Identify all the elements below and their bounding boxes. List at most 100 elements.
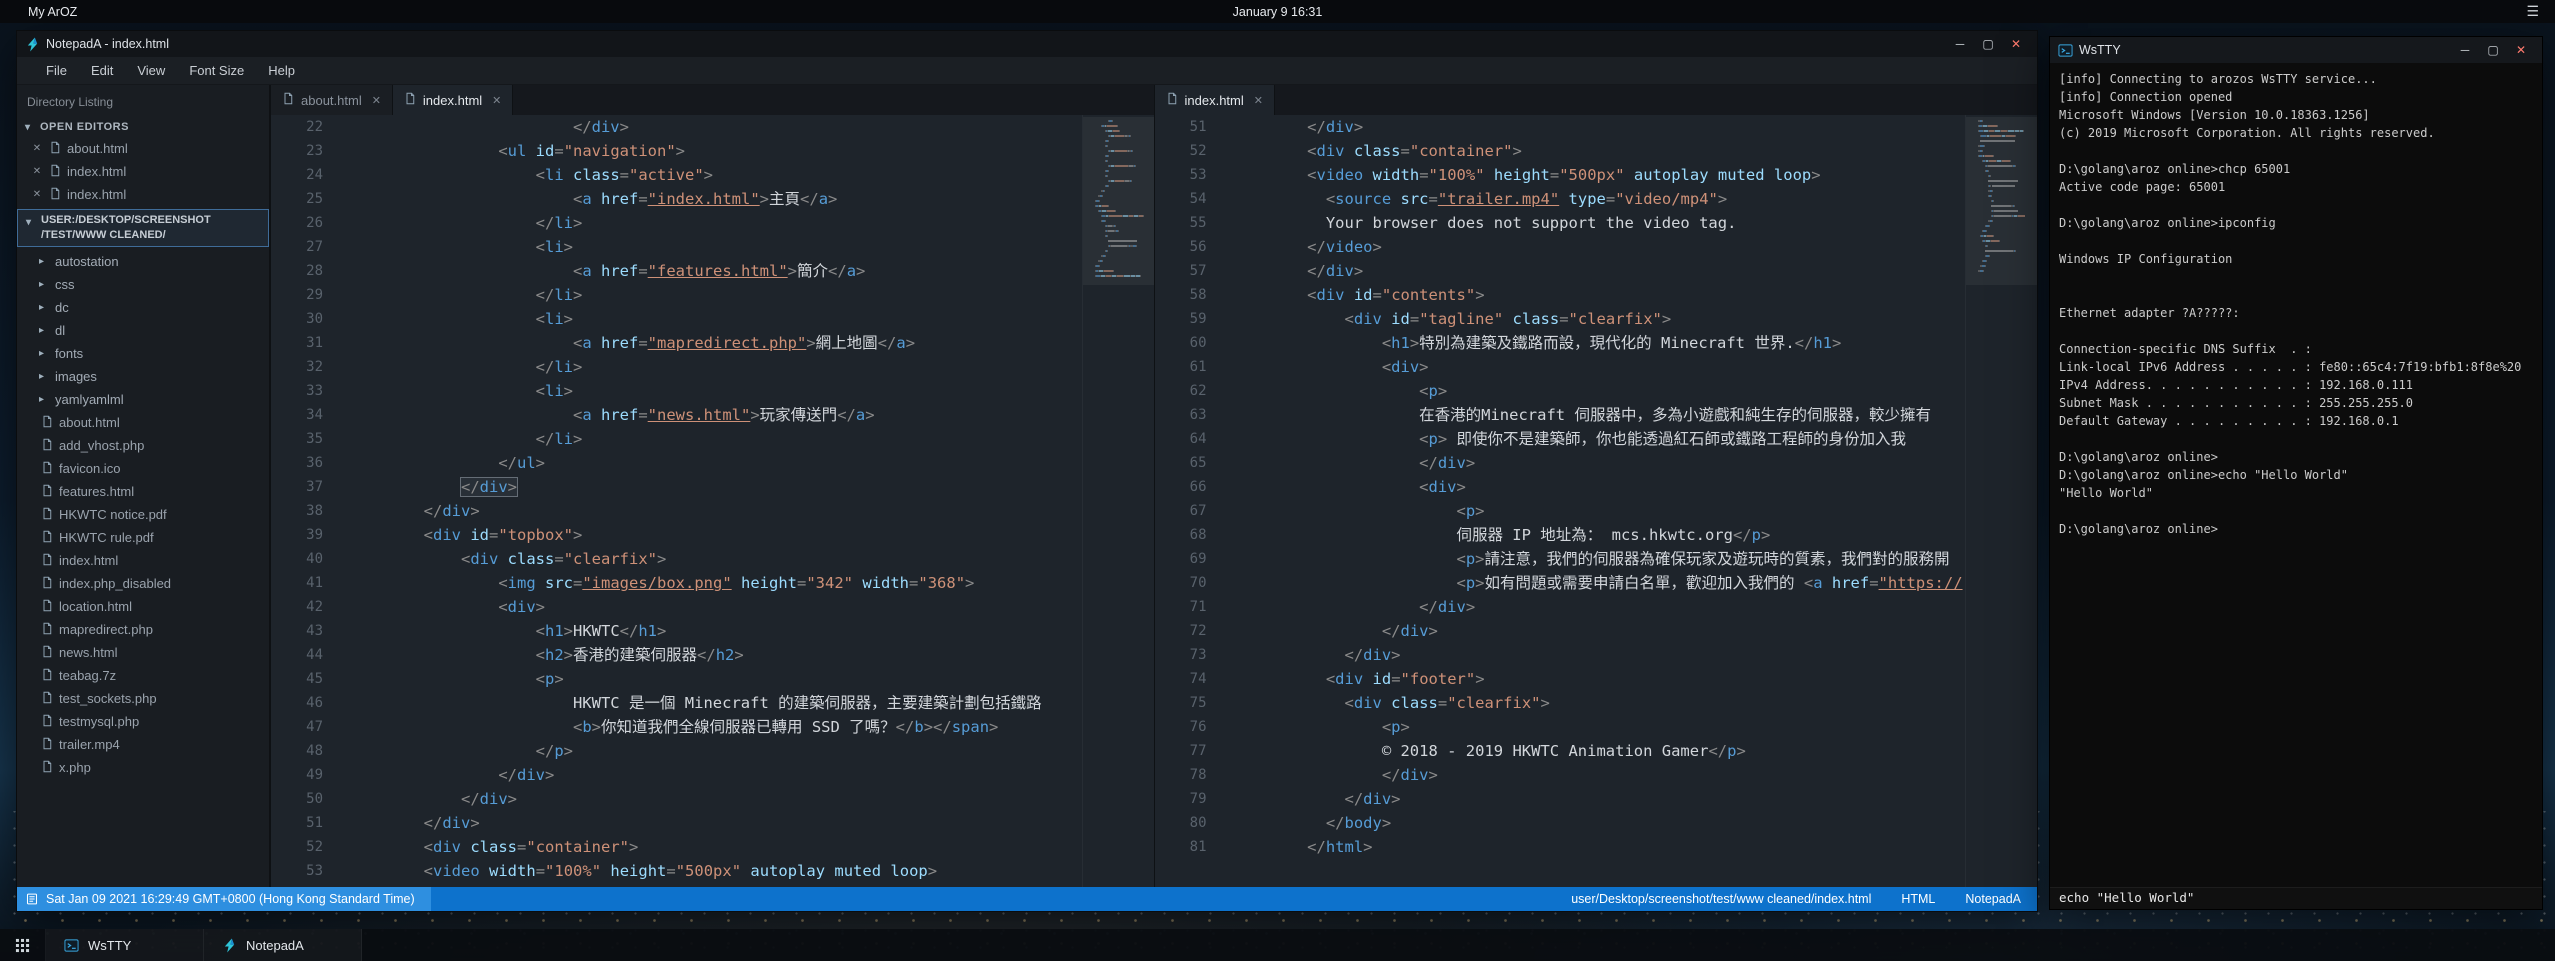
tab-index.html[interactable]: index.html ✕ xyxy=(393,85,513,115)
file-about.html[interactable]: about.html xyxy=(17,411,269,434)
notepada-icon xyxy=(25,37,40,52)
code-line: 65 </div> xyxy=(1155,451,1966,475)
tab-label: index.html xyxy=(423,93,482,108)
tab-index.html[interactable]: index.html✕ xyxy=(1155,85,1275,115)
tab-about.html[interactable]: about.html✕ xyxy=(271,85,393,115)
menu-help[interactable]: Help xyxy=(257,59,306,82)
file-mapredirect.php[interactable]: mapredirect.php xyxy=(17,618,269,641)
close-editor-icon[interactable]: ✕ xyxy=(31,143,43,154)
minimap-slider[interactable] xyxy=(1966,117,2037,285)
taskbar-item-wstty[interactable]: WsTTY xyxy=(46,929,204,961)
open-editor-label: index.html xyxy=(67,164,126,179)
code-line: 22 </div> xyxy=(271,115,1082,139)
code-editor-right[interactable]: 51 </div>52 <div class="container">53 <v… xyxy=(1155,115,1966,887)
terminal-line xyxy=(2059,268,2533,286)
folder-yamlyamlml[interactable]: ▸yamlyamlml xyxy=(17,388,269,411)
minimize-button[interactable]: ─ xyxy=(1947,34,1973,54)
code-line: 58 <div id="contents"> xyxy=(1155,283,1966,307)
minimap-slider[interactable] xyxy=(1083,117,1154,285)
file-icon xyxy=(41,415,53,431)
system-menu-icon[interactable]: ☰ xyxy=(2526,3,2539,20)
file-index.html[interactable]: index.html xyxy=(17,549,269,572)
minimap-right[interactable] xyxy=(1965,115,2037,887)
code-line: 74 <div id="footer"> xyxy=(1155,667,1966,691)
code-editor-left[interactable]: 22 </div>23 <ul id="navigation">24 <li c… xyxy=(271,115,1082,887)
file-news.html[interactable]: news.html xyxy=(17,641,269,664)
sidebar-title: Directory Listing xyxy=(17,89,269,117)
workspace-root-item[interactable]: ▾ USER:/DESKTOP/SCREENSHOT /TEST/WWW CLE… xyxy=(17,209,269,247)
file-test_sockets.php[interactable]: test_sockets.php xyxy=(17,687,269,710)
menu-edit[interactable]: Edit xyxy=(80,59,124,82)
file-add_vhost.php[interactable]: add_vhost.php xyxy=(17,434,269,457)
close-editor-icon[interactable]: ✕ xyxy=(31,166,43,177)
code-line: 71 </div> xyxy=(1155,595,1966,619)
code-line: 51 </div> xyxy=(1155,115,1966,139)
close-editor-icon[interactable]: ✕ xyxy=(31,189,43,200)
terminal-input[interactable]: echo "Hello World" xyxy=(2050,887,2542,909)
terminal-output[interactable]: [info] Connecting to arozos WsTTY servic… xyxy=(2050,63,2542,887)
line-number: 64 xyxy=(1155,427,1233,451)
terminal-line: Link-local IPv6 Address . . . . . : fe80… xyxy=(2059,358,2533,376)
code-line: 57 </div> xyxy=(1155,259,1966,283)
tab-close-icon[interactable]: ✕ xyxy=(492,94,501,107)
chevron-right-icon: ▸ xyxy=(39,302,49,313)
folder-dl[interactable]: ▸dl xyxy=(17,319,269,342)
terminal-line: Subnet Mask . . . . . . . . . . . : 255.… xyxy=(2059,394,2533,412)
file-x.php[interactable]: x.php xyxy=(17,756,269,779)
file-location.html[interactable]: location.html xyxy=(17,595,269,618)
close-button[interactable]: ✕ xyxy=(2508,40,2534,60)
tab-close-icon[interactable]: ✕ xyxy=(372,94,381,107)
file-icon xyxy=(41,530,53,546)
code-line: 59 <div id="tagline" class="clearfix"> xyxy=(1155,307,1966,331)
line-number: 25 xyxy=(271,187,349,211)
folder-autostation[interactable]: ▸autostation xyxy=(17,250,269,273)
line-number: 37 xyxy=(271,475,349,499)
os-menu-brand[interactable]: My ArOZ xyxy=(28,5,77,19)
code-line: 46 HKWTC 是一個 Minecraft 的建築伺服器，主要建築計劃包括鐵路 xyxy=(271,691,1082,715)
code-line: 77 © 2018 - 2019 HKWTC Animation Gamer</… xyxy=(1155,739,1966,763)
desktop: My ArOZ January 9 16:31 ☰ NotepadA - ind… xyxy=(0,0,2555,961)
tab-close-icon[interactable]: ✕ xyxy=(1254,94,1263,107)
taskbar: WsTTYNotepadA xyxy=(0,929,2555,961)
line-number: 77 xyxy=(1155,739,1233,763)
menu-file[interactable]: File xyxy=(35,59,78,82)
taskbar-item-notepada[interactable]: NotepadA xyxy=(204,929,362,961)
code-line: 43 <h1>HKWTC</h1> xyxy=(271,619,1082,643)
close-button[interactable]: ✕ xyxy=(2003,34,2029,54)
code-line: 45 <p> xyxy=(271,667,1082,691)
file-teabag.7z[interactable]: teabag.7z xyxy=(17,664,269,687)
line-number: 55 xyxy=(1155,211,1233,235)
file-features.html[interactable]: features.html xyxy=(17,480,269,503)
wstty-titlebar: WsTTY ─ ▢ ✕ xyxy=(2050,37,2542,63)
minimize-button[interactable]: ─ xyxy=(2452,40,2478,60)
file-HKWTC-rule.pdf[interactable]: HKWTC rule.pdf xyxy=(17,526,269,549)
folder-images[interactable]: ▸images xyxy=(17,365,269,388)
file-label: trailer.mp4 xyxy=(59,737,120,752)
file-icon xyxy=(41,691,53,707)
file-HKWTC-notice.pdf[interactable]: HKWTC notice.pdf xyxy=(17,503,269,526)
open-editors-header[interactable]: ▾ OPEN EDITORS xyxy=(17,117,269,137)
open-editor-index.html[interactable]: ✕index.html xyxy=(17,183,269,206)
file-trailer.mp4[interactable]: trailer.mp4 xyxy=(17,733,269,756)
terminal-line: D:\golang\aroz online> xyxy=(2059,520,2533,538)
folder-fonts[interactable]: ▸fonts xyxy=(17,342,269,365)
status-app-name: NotepadA xyxy=(1965,892,2021,906)
start-menu-button[interactable] xyxy=(0,929,46,961)
file-favicon.ico[interactable]: favicon.ico xyxy=(17,457,269,480)
file-index.php_disabled[interactable]: index.php_disabled xyxy=(17,572,269,595)
file-testmysql.php[interactable]: testmysql.php xyxy=(17,710,269,733)
status-language-mode[interactable]: HTML xyxy=(1901,892,1935,906)
maximize-button[interactable]: ▢ xyxy=(1975,34,2001,54)
line-number: 34 xyxy=(271,403,349,427)
open-editor-about.html[interactable]: ✕about.html xyxy=(17,137,269,160)
code-line: 56 </video> xyxy=(1155,235,1966,259)
code-line: 66 <div> xyxy=(1155,475,1966,499)
minimap-left[interactable] xyxy=(1082,115,1154,887)
menu-font-size[interactable]: Font Size xyxy=(178,59,255,82)
maximize-button[interactable]: ▢ xyxy=(2480,40,2506,60)
folder-css[interactable]: ▸css xyxy=(17,273,269,296)
folder-dc[interactable]: ▸dc xyxy=(17,296,269,319)
line-number: 32 xyxy=(271,355,349,379)
open-editor-index.html[interactable]: ✕ index.html xyxy=(17,160,269,183)
menu-view[interactable]: View xyxy=(126,59,176,82)
